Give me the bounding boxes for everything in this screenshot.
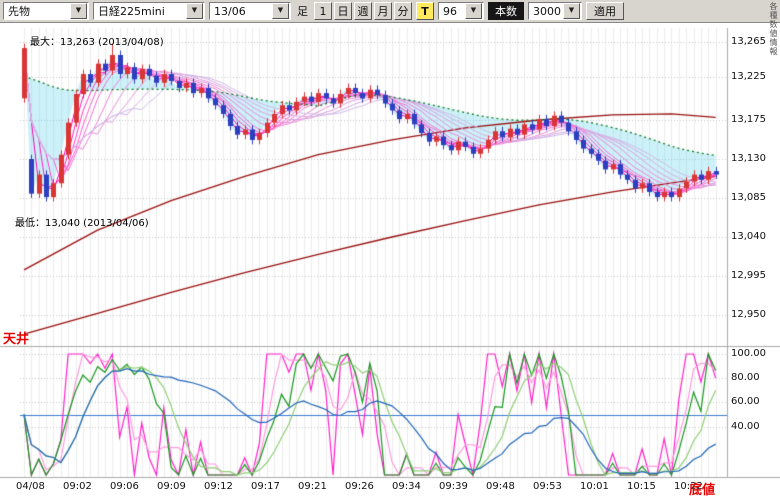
bottom-price-label: 底値 <box>689 479 715 498</box>
timeframe-button-分[interactable]: 分 <box>394 2 412 20</box>
max-price-annotation: 最大：13,263 (2013/04/08) <box>30 33 164 48</box>
instrument-value: 日経225mini <box>94 3 185 19</box>
ceiling-label: 天井 <box>3 328 29 347</box>
timeframe-button-1[interactable]: 1 <box>314 2 332 20</box>
timeframe-button-日[interactable]: 日 <box>334 2 352 20</box>
right-edge-vertical-tab[interactable]: 各種数値情報 <box>768 2 779 56</box>
contract-month-value: 13/06 <box>210 5 271 18</box>
chevron-down-icon[interactable]: ▼ <box>563 3 580 19</box>
tick-count-select[interactable]: 96 ▼ <box>438 2 484 20</box>
tick-count-value: 96 <box>439 5 464 18</box>
min-price-annotation: 最低：13,040 (2013/04/06) <box>15 214 149 229</box>
bars-count-value: 3000 <box>529 5 562 18</box>
apply-button[interactable]: 適用 <box>586 2 624 20</box>
bars-label: 本数 <box>488 2 524 20</box>
timeframe-label: 足 <box>295 3 310 19</box>
instrument-select[interactable]: 日経225mini ▼ <box>93 2 205 20</box>
price-chart-canvas[interactable] <box>0 0 780 500</box>
bars-count-select[interactable]: 3000 ▼ <box>528 2 582 20</box>
tick-chart-button[interactable]: T <box>416 2 434 20</box>
chevron-down-icon[interactable]: ▼ <box>465 3 482 19</box>
timeframe-button-週[interactable]: 週 <box>354 2 372 20</box>
chevron-down-icon[interactable]: ▼ <box>272 3 289 19</box>
toolbar: 先物 ▼ 日経225mini ▼ 13/06 ▼ 足 1日週月分 T 96 ▼ … <box>0 0 780 23</box>
contract-month-select[interactable]: 13/06 ▼ <box>209 2 291 20</box>
instrument-type-select[interactable]: 先物 ▼ <box>3 2 89 20</box>
chevron-down-icon[interactable]: ▼ <box>186 3 203 19</box>
instrument-type-value: 先物 <box>4 3 69 19</box>
timeframe-button-group: 1日週月分 <box>314 2 412 20</box>
timeframe-button-月[interactable]: 月 <box>374 2 392 20</box>
chevron-down-icon[interactable]: ▼ <box>70 3 87 19</box>
